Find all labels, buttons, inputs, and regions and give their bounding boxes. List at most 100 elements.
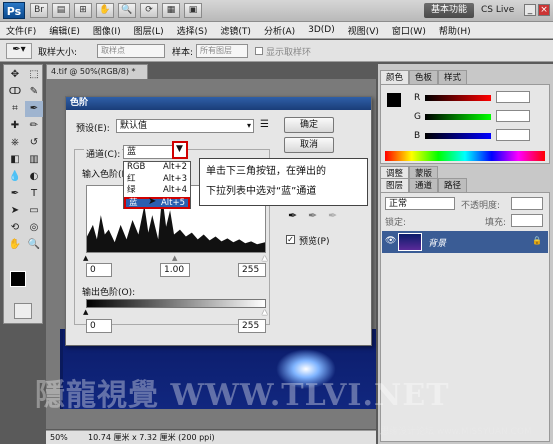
menu-layer[interactable]: 图层(L) [134, 24, 164, 37]
black-point-handle[interactable]: ▲ [83, 254, 88, 262]
cancel-button[interactable]: 取消 [284, 137, 334, 153]
opacity-field[interactable] [511, 197, 543, 210]
channel-option-green[interactable]: 绿 Alt+4 [124, 185, 190, 197]
lasso-tool-icon[interactable]: ↀ [6, 84, 24, 100]
r-slider[interactable] [425, 95, 491, 101]
channel-option-red[interactable]: 红 Alt+3 [124, 174, 190, 186]
3d-camera-icon[interactable]: ◎ [25, 220, 43, 236]
output-black-handle[interactable]: ▲ [83, 308, 88, 316]
black-eyedropper-icon[interactable]: ✒ [288, 209, 297, 222]
ok-button[interactable]: 确定 [284, 117, 334, 133]
eyedropper-preset-icon[interactable]: ✒▾ [6, 43, 32, 59]
color-panel-tabs: 颜色 色板 样式 [380, 70, 468, 84]
color-spectrum[interactable] [385, 151, 545, 161]
input-white-field[interactable]: 255 [238, 263, 266, 277]
show-ring-checkbox[interactable] [255, 47, 263, 55]
zoom-tool-icon-2[interactable]: 🔍 [25, 237, 43, 253]
input-black-field[interactable]: 0 [86, 263, 112, 277]
blur-tool-icon[interactable]: 💧 [6, 169, 24, 185]
midtone-handle[interactable]: ▲ [172, 254, 177, 262]
hand-tool-icon-2[interactable]: ✋ [6, 237, 24, 253]
tab-color[interactable]: 颜色 [380, 70, 410, 84]
clone-stamp-icon[interactable]: ⎈ [6, 135, 24, 151]
channel-option-blue[interactable]: 蓝 Alt+5 [124, 196, 190, 209]
preview-checkbox[interactable]: ✓ [286, 235, 295, 244]
photoshop-logo: Ps [3, 2, 25, 19]
quick-mask-icon[interactable] [14, 303, 32, 319]
workspace-button[interactable]: 基本功能 [424, 3, 474, 18]
input-gamma-field[interactable]: 1.00 [160, 263, 190, 277]
b-slider[interactable] [425, 133, 491, 139]
tab-paths[interactable]: 路径 [438, 178, 468, 192]
sample-size-select[interactable]: 取样点 [97, 44, 165, 58]
menu-help[interactable]: 帮助(H) [439, 24, 471, 37]
shape-tool-icon[interactable]: ▭ [25, 203, 43, 219]
channel-select[interactable]: 蓝 [123, 145, 175, 159]
tab-channels[interactable]: 通道 [409, 178, 439, 192]
output-white-field[interactable]: 255 [238, 319, 266, 333]
b-field[interactable] [496, 129, 530, 141]
menu-analysis[interactable]: 分析(A) [264, 24, 295, 37]
preset-options-icon[interactable]: ☰ [260, 119, 269, 130]
screen-mode-icon[interactable]: ▣ [184, 3, 202, 18]
eraser-tool-icon[interactable]: ◧ [6, 152, 24, 168]
preset-select[interactable]: 默认值 ▾ [116, 119, 254, 133]
g-slider[interactable] [425, 114, 491, 120]
color-fg-swatch[interactable] [387, 93, 401, 107]
zoom-level-icon[interactable]: ⊞ [74, 3, 92, 18]
arrange-documents-icon[interactable]: ▦ [162, 3, 180, 18]
hand-tool-icon[interactable]: ✋ [96, 3, 114, 18]
menu-filter[interactable]: 滤镜(T) [220, 24, 251, 37]
move-tool-icon[interactable]: ✥ [6, 67, 24, 83]
history-brush-icon[interactable]: ↺ [25, 135, 43, 151]
blend-mode-select[interactable]: 正常 [385, 197, 455, 210]
input-slider-track[interactable]: ▲ ▲ ▲ [83, 254, 267, 262]
menu-file[interactable]: 文件(F) [6, 24, 36, 37]
menu-select[interactable]: 选择(S) [177, 24, 208, 37]
crop-tool-icon[interactable]: ⌗ [6, 101, 24, 117]
minibridge-icon[interactable]: ▤ [52, 3, 70, 18]
healing-brush-icon[interactable]: ✚ [6, 118, 24, 134]
fill-field[interactable] [511, 214, 543, 227]
document-tab[interactable]: 4.tif @ 50%(RGB/8) * [46, 64, 148, 79]
channel-dropdown-button[interactable]: ▼ [172, 141, 188, 159]
output-white-handle[interactable]: ▲ [262, 308, 267, 316]
zoom-tool-icon[interactable]: 🔍 [118, 3, 136, 18]
bridge-icon[interactable]: Br [30, 3, 48, 18]
dodge-tool-icon[interactable]: ◐ [25, 169, 43, 185]
eyedropper-tool-icon[interactable]: ✒ [25, 101, 43, 117]
eye-icon[interactable]: 👁 [385, 236, 396, 246]
tab-swatches[interactable]: 色板 [409, 70, 439, 84]
zoom-readout[interactable]: 50% [50, 431, 68, 444]
menu-image[interactable]: 图像(I) [93, 24, 121, 37]
marquee-tool-icon[interactable]: ⬚ [25, 67, 43, 83]
output-slider-track[interactable]: ▲ ▲ [83, 308, 267, 316]
menu-3d[interactable]: 3D(D) [308, 25, 335, 35]
r-field[interactable] [496, 91, 530, 103]
gradient-tool-icon[interactable]: ▥ [25, 152, 43, 168]
output-black-field[interactable]: 0 [86, 319, 112, 333]
tab-styles[interactable]: 样式 [438, 70, 468, 84]
g-field[interactable] [496, 110, 530, 122]
white-point-handle[interactable]: ▲ [262, 254, 267, 262]
menu-edit[interactable]: 编辑(E) [49, 24, 80, 37]
tab-layers[interactable]: 图层 [380, 178, 410, 192]
gray-eyedropper-icon[interactable]: ✒ [308, 209, 317, 222]
brush-tool-icon[interactable]: ✏ [25, 118, 43, 134]
3d-rotate-icon[interactable]: ⟲ [6, 220, 24, 236]
cs-live-button[interactable]: CS Live [481, 3, 521, 18]
menu-view[interactable]: 视图(V) [348, 24, 379, 37]
quick-select-tool-icon[interactable]: ✎ [25, 84, 43, 100]
white-eyedropper-icon[interactable]: ✒ [328, 209, 337, 222]
layer-row-background[interactable]: 👁 背景 🔒 [382, 231, 548, 253]
sample-select[interactable]: 所有图层 [196, 44, 248, 58]
rotate-view-icon[interactable]: ⟳ [140, 3, 158, 18]
pen-tool-icon[interactable]: ✒ [6, 186, 24, 202]
path-select-icon[interactable]: ➤ [6, 203, 24, 219]
close-icon[interactable]: × [538, 4, 550, 16]
minimize-icon[interactable]: _ [524, 4, 536, 16]
channel-option-rgb[interactable]: RGB Alt+2 [124, 162, 190, 174]
menu-window[interactable]: 窗口(W) [392, 24, 426, 37]
foreground-color-swatch[interactable] [10, 271, 26, 287]
type-tool-icon[interactable]: T [25, 186, 43, 202]
